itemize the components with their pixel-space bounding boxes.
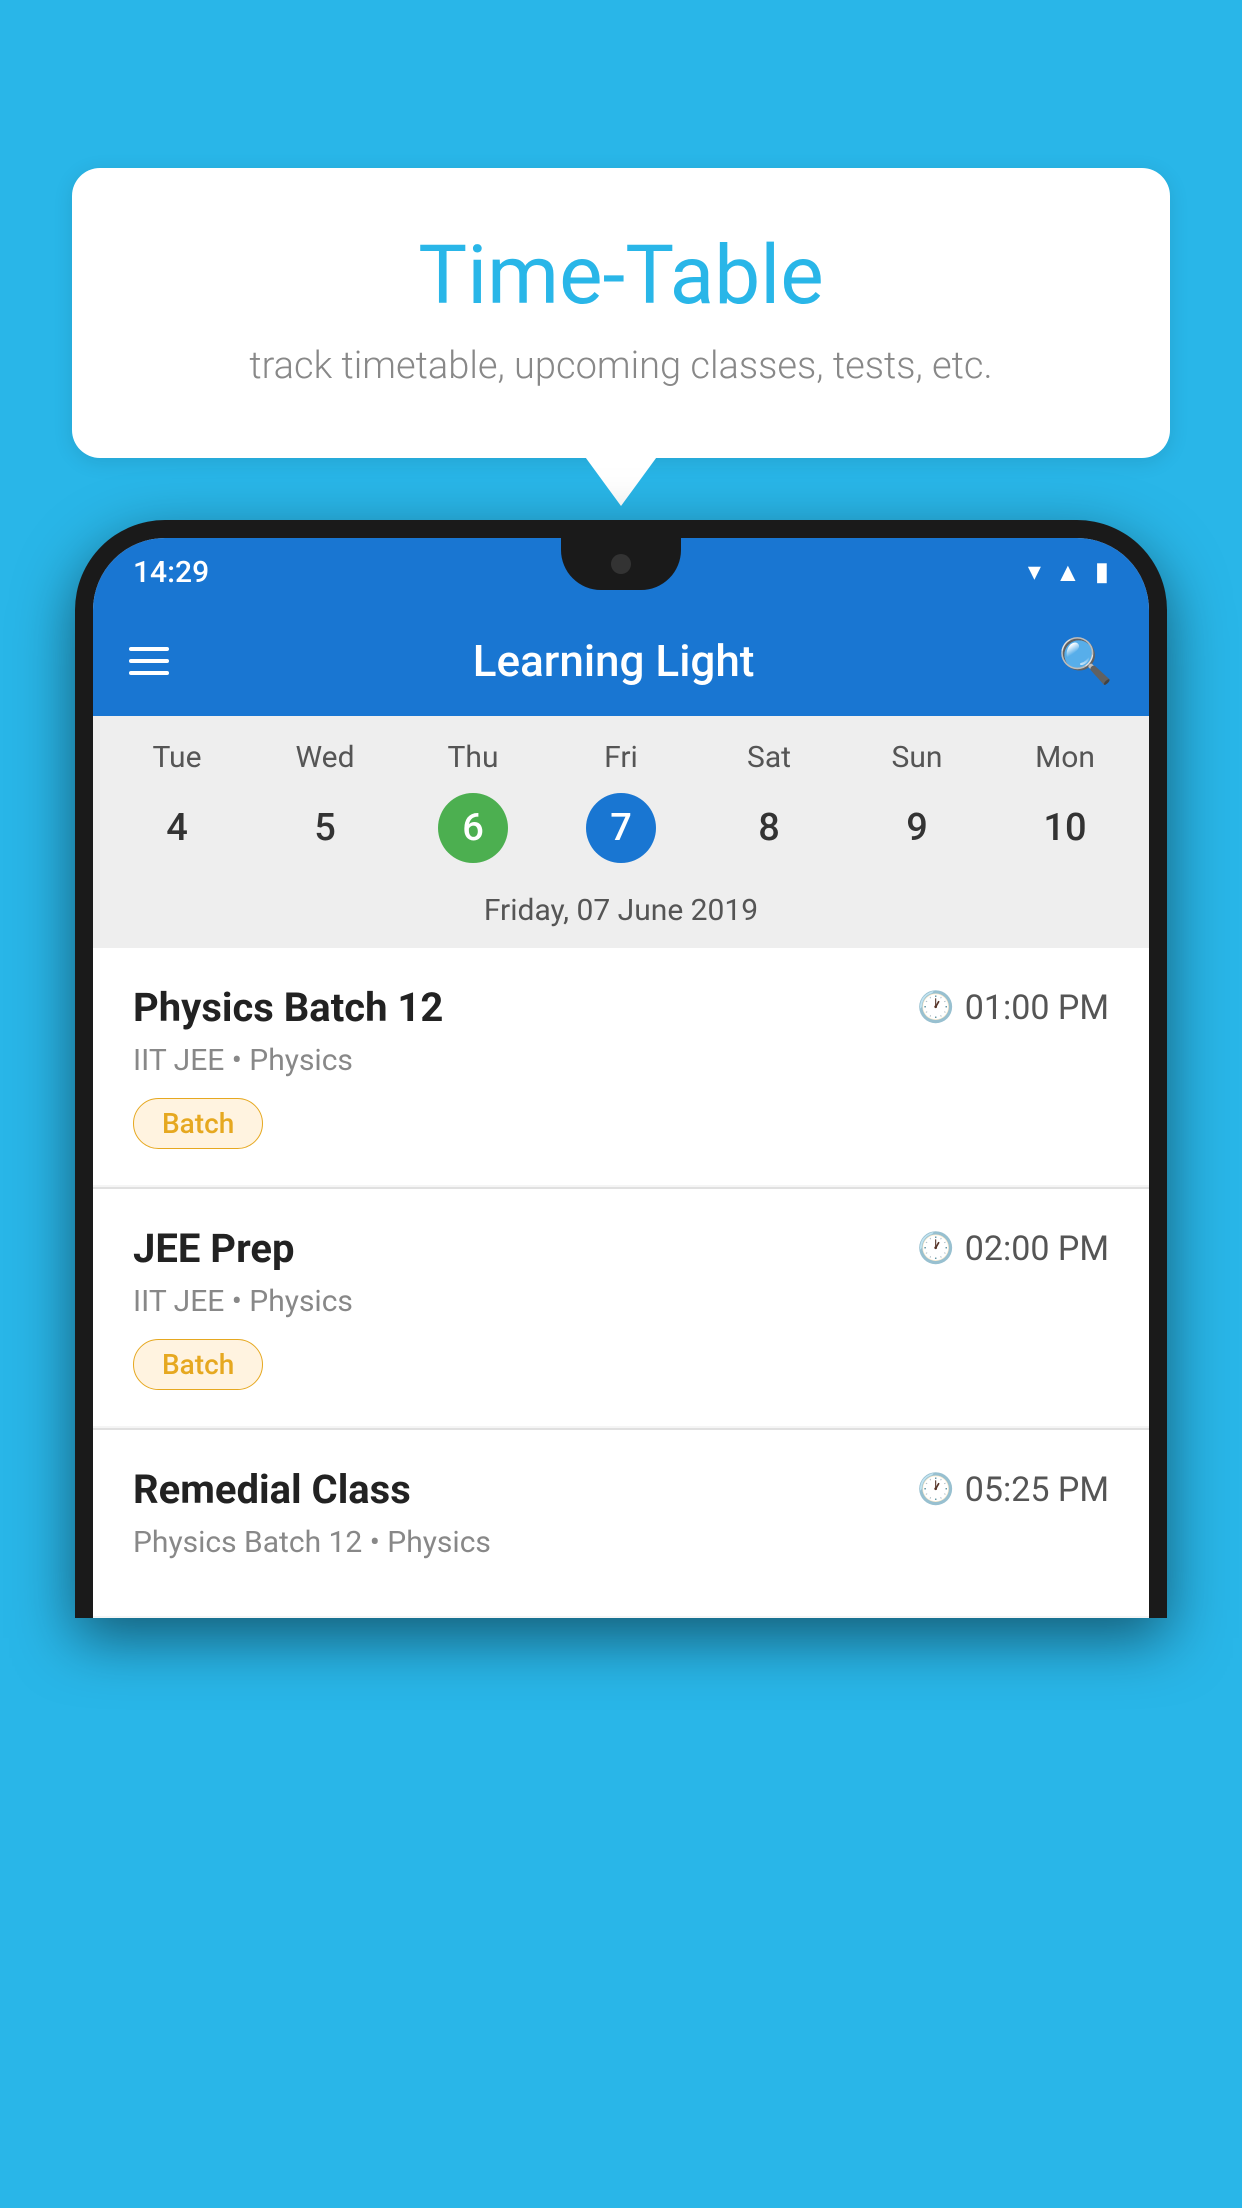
phone-mockup: 14:29 ▾ ▲ ▮ Learning Light 🔍 xyxy=(75,520,1167,2208)
batch-tag-2: Batch xyxy=(133,1339,263,1390)
tooltip-title: Time-Table xyxy=(122,228,1120,324)
app-title: Learning Light xyxy=(199,635,1028,687)
schedule-item-3[interactable]: Remedial Class 🕐 05:25 PM Physics Batch … xyxy=(93,1430,1149,1616)
schedule-meta-2: IIT JEE • Physics xyxy=(133,1284,1109,1319)
schedule-item-header: Physics Batch 12 🕐 01:00 PM xyxy=(133,984,1109,1031)
tooltip-bubble: Time-Table track timetable, upcoming cla… xyxy=(72,168,1170,458)
day-label-sat: Sat xyxy=(695,740,843,775)
clock-icon-3: 🕐 xyxy=(917,1472,954,1507)
days-header: Tue Wed Thu Fri Sat Sun Mon xyxy=(93,716,1149,785)
schedule-title-2: JEE Prep xyxy=(133,1225,294,1272)
notch xyxy=(561,538,681,590)
battery-icon: ▮ xyxy=(1095,557,1109,587)
status-icons: ▾ ▲ ▮ xyxy=(1028,557,1109,588)
schedule-meta-3: Physics Batch 12 • Physics xyxy=(133,1525,1109,1560)
phone-inner: 14:29 ▾ ▲ ▮ Learning Light 🔍 xyxy=(93,538,1149,1618)
phone-outer: 14:29 ▾ ▲ ▮ Learning Light 🔍 xyxy=(75,520,1167,1618)
day-5[interactable]: 5 xyxy=(251,806,399,850)
signal-icon: ▲ xyxy=(1055,557,1081,588)
day-label-wed: Wed xyxy=(251,740,399,775)
day-8[interactable]: 8 xyxy=(695,806,843,850)
schedule-time-2: 🕐 02:00 PM xyxy=(917,1229,1109,1269)
schedule-meta-1: IIT JEE • Physics xyxy=(133,1043,1109,1078)
schedule-item-header-3: Remedial Class 🕐 05:25 PM xyxy=(133,1466,1109,1513)
clock-icon-1: 🕐 xyxy=(917,990,954,1025)
day-label-mon: Mon xyxy=(991,740,1139,775)
day-label-thu: Thu xyxy=(399,740,547,775)
day-label-sun: Sun xyxy=(843,740,991,775)
schedule-title-1: Physics Batch 12 xyxy=(133,984,443,1031)
selected-date-label: Friday, 07 June 2019 xyxy=(93,879,1149,948)
hamburger-menu[interactable] xyxy=(129,647,169,675)
search-button[interactable]: 🔍 xyxy=(1058,635,1113,687)
day-9[interactable]: 9 xyxy=(843,806,991,850)
calendar-strip: Tue Wed Thu Fri Sat Sun Mon 4 5 6 7 8 9 … xyxy=(93,716,1149,948)
schedule-list: Physics Batch 12 🕐 01:00 PM IIT JEE • Ph… xyxy=(93,948,1149,1616)
app-bar: Learning Light 🔍 xyxy=(93,606,1149,716)
batch-tag-1: Batch xyxy=(133,1098,263,1149)
schedule-item-header-2: JEE Prep 🕐 02:00 PM xyxy=(133,1225,1109,1272)
schedule-title-3: Remedial Class xyxy=(133,1466,411,1513)
schedule-item[interactable]: Physics Batch 12 🕐 01:00 PM IIT JEE • Ph… xyxy=(93,948,1149,1185)
days-numbers: 4 5 6 7 8 9 10 xyxy=(93,785,1149,879)
tooltip-subtitle: track timetable, upcoming classes, tests… xyxy=(122,344,1120,388)
wifi-icon: ▾ xyxy=(1028,557,1041,587)
day-10[interactable]: 10 xyxy=(991,806,1139,850)
schedule-time-3: 🕐 05:25 PM xyxy=(917,1470,1109,1510)
schedule-time-1: 🕐 01:00 PM xyxy=(917,988,1109,1028)
day-label-fri: Fri xyxy=(547,740,695,775)
status-time: 14:29 xyxy=(133,555,209,590)
day-7-selected[interactable]: 7 xyxy=(586,793,656,863)
clock-icon-2: 🕐 xyxy=(917,1231,954,1266)
status-bar: 14:29 ▾ ▲ ▮ xyxy=(93,538,1149,606)
camera xyxy=(611,554,631,574)
day-6-today[interactable]: 6 xyxy=(438,793,508,863)
schedule-item-2[interactable]: JEE Prep 🕐 02:00 PM IIT JEE • Physics Ba… xyxy=(93,1189,1149,1426)
day-label-tue: Tue xyxy=(103,740,251,775)
day-4[interactable]: 4 xyxy=(103,806,251,850)
